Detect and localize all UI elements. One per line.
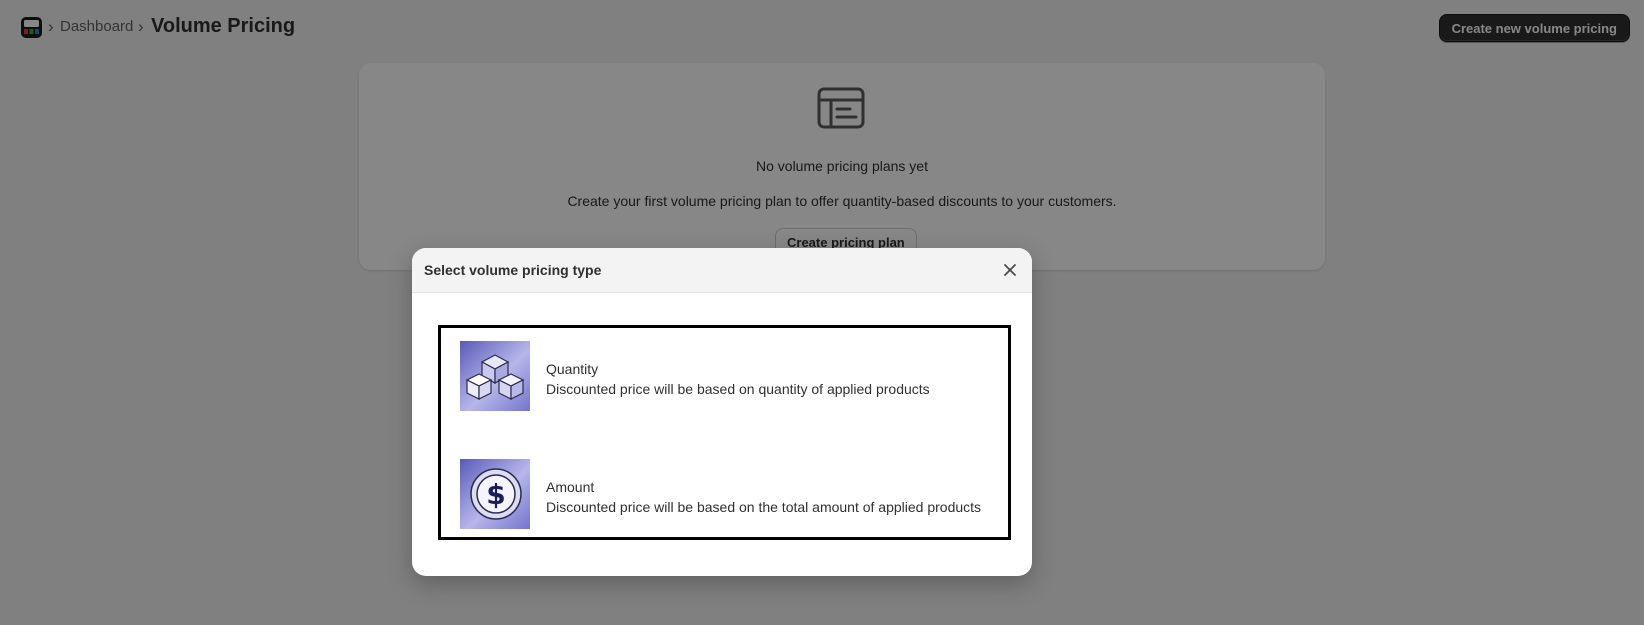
option-amount-title: Amount xyxy=(546,479,595,495)
option-amount-description: Discounted price will be based on the to… xyxy=(546,499,982,515)
option-quantity-description: Discounted price will be based on quanti… xyxy=(546,381,930,397)
pricing-type-options: Quantity Discounted price will be based … xyxy=(438,325,1011,540)
option-amount[interactable]: $ Amount Discounted price will be based … xyxy=(460,459,1000,531)
modal-title: Select volume pricing type xyxy=(424,262,602,278)
option-quantity-title: Quantity xyxy=(546,361,599,377)
close-icon[interactable] xyxy=(1000,260,1020,280)
select-pricing-type-modal: Select volume pricing type Quantity Disc… xyxy=(412,248,1032,576)
svg-text:$: $ xyxy=(486,478,505,511)
option-quantity[interactable]: Quantity Discounted price will be based … xyxy=(460,341,1000,413)
dollar-coin-icon: $ xyxy=(460,459,530,529)
modal-header: Select volume pricing type xyxy=(412,248,1032,293)
cubes-icon xyxy=(460,341,530,411)
